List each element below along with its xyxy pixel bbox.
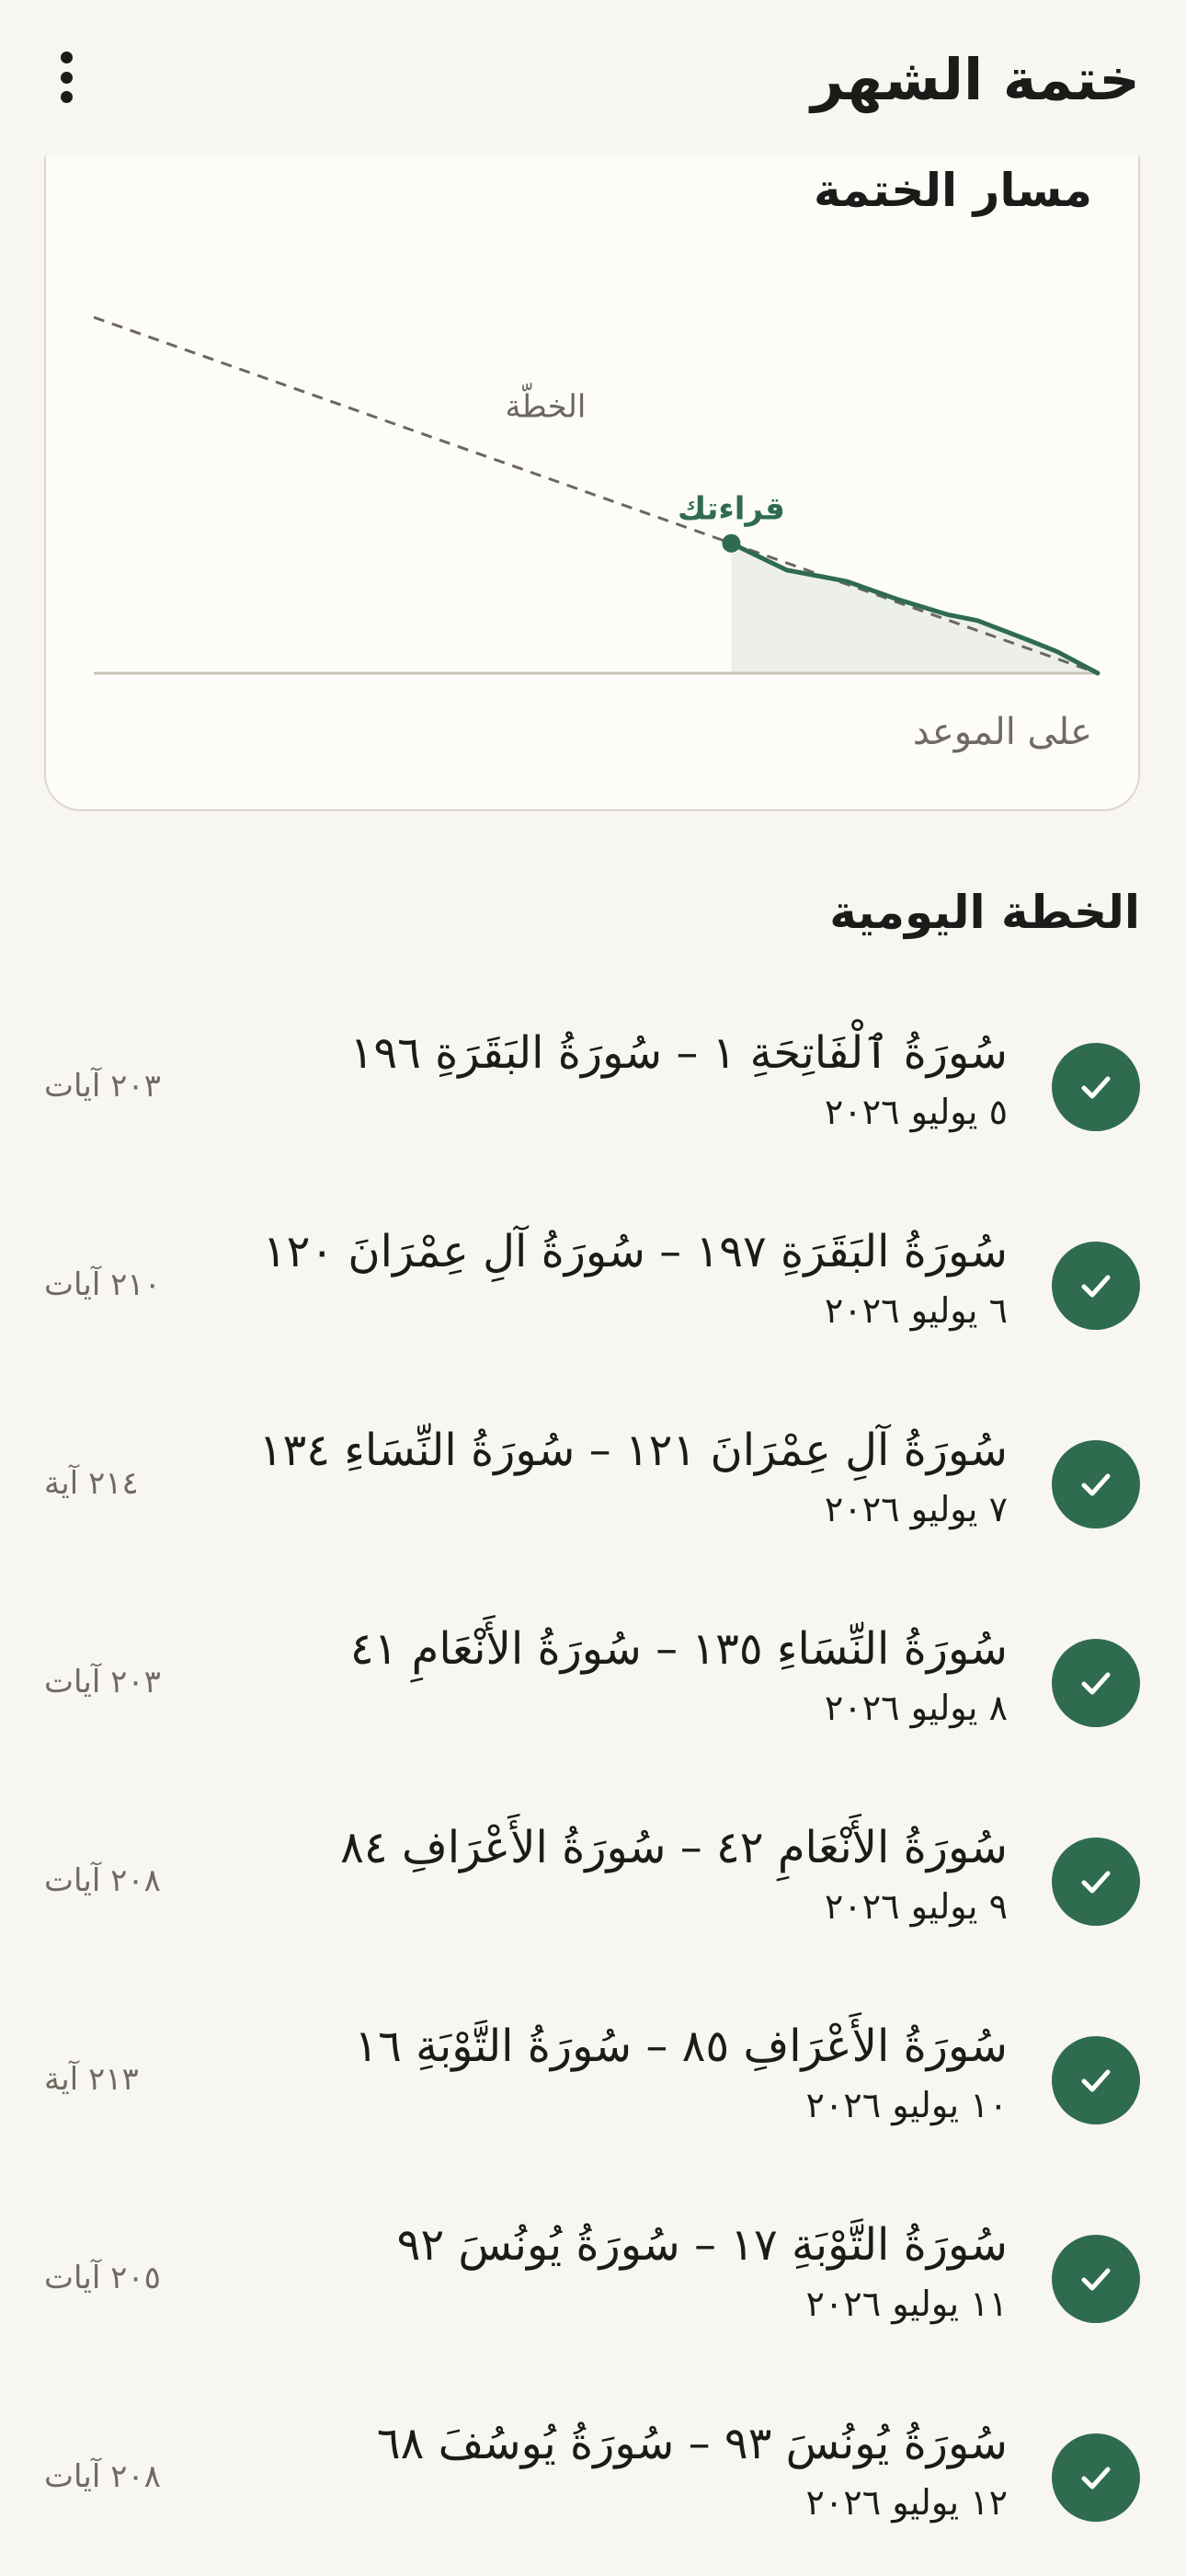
plan-list-item[interactable]: سُورَةُ ٱلْفَاتِحَةِ ١ – سُورَةُ البَقَر… bbox=[0, 987, 1186, 1185]
plan-list-item[interactable]: سُورَةُ البَقَرَةِ ١٩٧ – سُورَةُ آلِ عِم… bbox=[0, 1185, 1186, 1384]
plan-item-range: سُورَةُ النِّسَاءِ ١٣٥ – سُورَةُ الأَنْع… bbox=[349, 1623, 1008, 1675]
completed-check-button[interactable] bbox=[1052, 1838, 1140, 1926]
plan-item-date: ٨ يوليو ٢٠٢٦ bbox=[824, 1688, 1008, 1728]
more-vert-icon-dot bbox=[60, 91, 73, 103]
plan-item-date: ١١ يوليو ٢٠٢٦ bbox=[805, 2284, 1008, 2324]
completed-check-button[interactable] bbox=[1052, 1043, 1140, 1131]
reading-series-label: قراءتك bbox=[678, 491, 785, 528]
plan-item-date: ٧ يوليو ٢٠٢٦ bbox=[824, 1489, 1008, 1529]
plan-item-verse-count: ٢٠٣ آيات bbox=[44, 1664, 161, 1700]
check-icon bbox=[1081, 1076, 1111, 1099]
plan-item-date: ١٢ يوليو ٢٠٢٦ bbox=[805, 2482, 1008, 2523]
page-title: ختمة الشهر bbox=[811, 46, 1140, 113]
plan-item-range: سُورَةُ يُونُسَ ٩٣ – سُورَةُ يُوسُفَ ٦٨ bbox=[376, 2418, 1008, 2469]
plan-list-item[interactable]: سُورَةُ يُونُسَ ٩٣ – سُورَةُ يُوسُفَ ٦٨ ١… bbox=[0, 2377, 1186, 2576]
check-icon bbox=[1081, 1275, 1111, 1298]
plan-item-date: ٩ يوليو ٢٠٢٦ bbox=[824, 1886, 1008, 1927]
plan-item-verse-count: ٢٠٥ آيات bbox=[44, 2260, 161, 2296]
plan-item-date: ٥ يوليو ٢٠٢٦ bbox=[824, 1092, 1008, 1132]
check-icon bbox=[1081, 2069, 1111, 2092]
plan-item-date: ١٠ يوليو ٢٠٢٦ bbox=[805, 2085, 1008, 2125]
plan-item-verse-count: ٢١٠ آيات bbox=[44, 1266, 161, 1303]
plan-item-verse-count: ٢٠٨ آيات bbox=[44, 1862, 161, 1899]
plan-item-range: سُورَةُ آلِ عِمْرَانَ ١٢١ – سُورَةُ النِ… bbox=[258, 1425, 1008, 1476]
plan-list-item[interactable]: سُورَةُ الأَنْعَامِ ٤٢ – سُورَةُ الأَعْر… bbox=[0, 1781, 1186, 1980]
more-vert-icon-dot bbox=[60, 71, 73, 84]
plan-item-range: سُورَةُ ٱلْفَاتِحَةِ ١ – سُورَةُ البَقَر… bbox=[349, 1027, 1008, 1079]
plan-list-item[interactable]: سُورَةُ آلِ عِمْرَانَ ١٢١ – سُورَةُ النِ… bbox=[0, 1384, 1186, 1583]
completed-check-button[interactable] bbox=[1052, 1639, 1140, 1727]
app-bar: ختمة الشهر bbox=[0, 0, 1186, 156]
progress-chart: الخطّة قراءتك bbox=[93, 315, 1100, 676]
plan-item-range: سُورَةُ الأَنْعَامِ ٤٢ – سُورَةُ الأَعْر… bbox=[340, 1822, 1008, 1873]
plan-item-range: سُورَةُ البَقَرَةِ ١٩٧ – سُورَةُ آلِ عِم… bbox=[262, 1226, 1008, 1277]
plan-item-range: سُورَةُ الأَعْرَافِ ٨٥ – سُورَةُ التَّوْ… bbox=[354, 2021, 1008, 2072]
check-icon bbox=[1081, 2467, 1111, 2490]
check-icon bbox=[1081, 1672, 1111, 1695]
completed-check-button[interactable] bbox=[1052, 2235, 1140, 2323]
completed-check-button[interactable] bbox=[1052, 1242, 1140, 1330]
check-icon bbox=[1081, 1871, 1111, 1894]
daily-plan-list: سُورَةُ ٱلْفَاتِحَةِ ١ – سُورَةُ البَقَر… bbox=[0, 987, 1186, 2576]
plan-item-verse-count: ٢٠٨ آيات bbox=[44, 2458, 161, 2495]
plan-list-item[interactable]: سُورَةُ النِّسَاءِ ١٣٥ – سُورَةُ الأَنْع… bbox=[0, 1583, 1186, 1781]
plan-item-verse-count: ٢٠٣ آيات bbox=[44, 1068, 161, 1105]
plan-list-item[interactable]: سُورَةُ الأَعْرَافِ ٨٥ – سُورَةُ التَّوْ… bbox=[0, 1980, 1186, 2179]
more-vert-icon bbox=[60, 52, 73, 63]
progress-chart-card: مسار الختمة الخطّة قراءتك على الموعد bbox=[44, 99, 1140, 811]
plan-item-range: سُورَةُ التَّوْبَةِ ١٧ – سُورَةُ يُونُسَ… bbox=[396, 2219, 1008, 2271]
current-progress-point bbox=[722, 533, 741, 553]
completed-check-button[interactable] bbox=[1052, 2036, 1140, 2124]
completed-check-button[interactable] bbox=[1052, 2433, 1140, 2522]
check-icon bbox=[1081, 2268, 1111, 2291]
check-icon bbox=[1081, 1473, 1111, 1496]
plan-item-date: ٦ يوليو ٢٠٢٦ bbox=[824, 1290, 1008, 1331]
status-text: على الموعد bbox=[912, 711, 1092, 753]
more-options-button[interactable] bbox=[40, 48, 92, 107]
completed-check-button[interactable] bbox=[1052, 1440, 1140, 1528]
plan-item-verse-count: ٢١٤ آية bbox=[44, 1465, 139, 1502]
plan-item-verse-count: ٢١٣ آية bbox=[44, 2061, 139, 2098]
plan-list-item[interactable]: سُورَةُ التَّوْبَةِ ١٧ – سُورَةُ يُونُسَ… bbox=[0, 2179, 1186, 2377]
plan-series-label: الخطّة bbox=[505, 384, 586, 425]
daily-plan-title: الخطة اليومية bbox=[829, 886, 1140, 939]
